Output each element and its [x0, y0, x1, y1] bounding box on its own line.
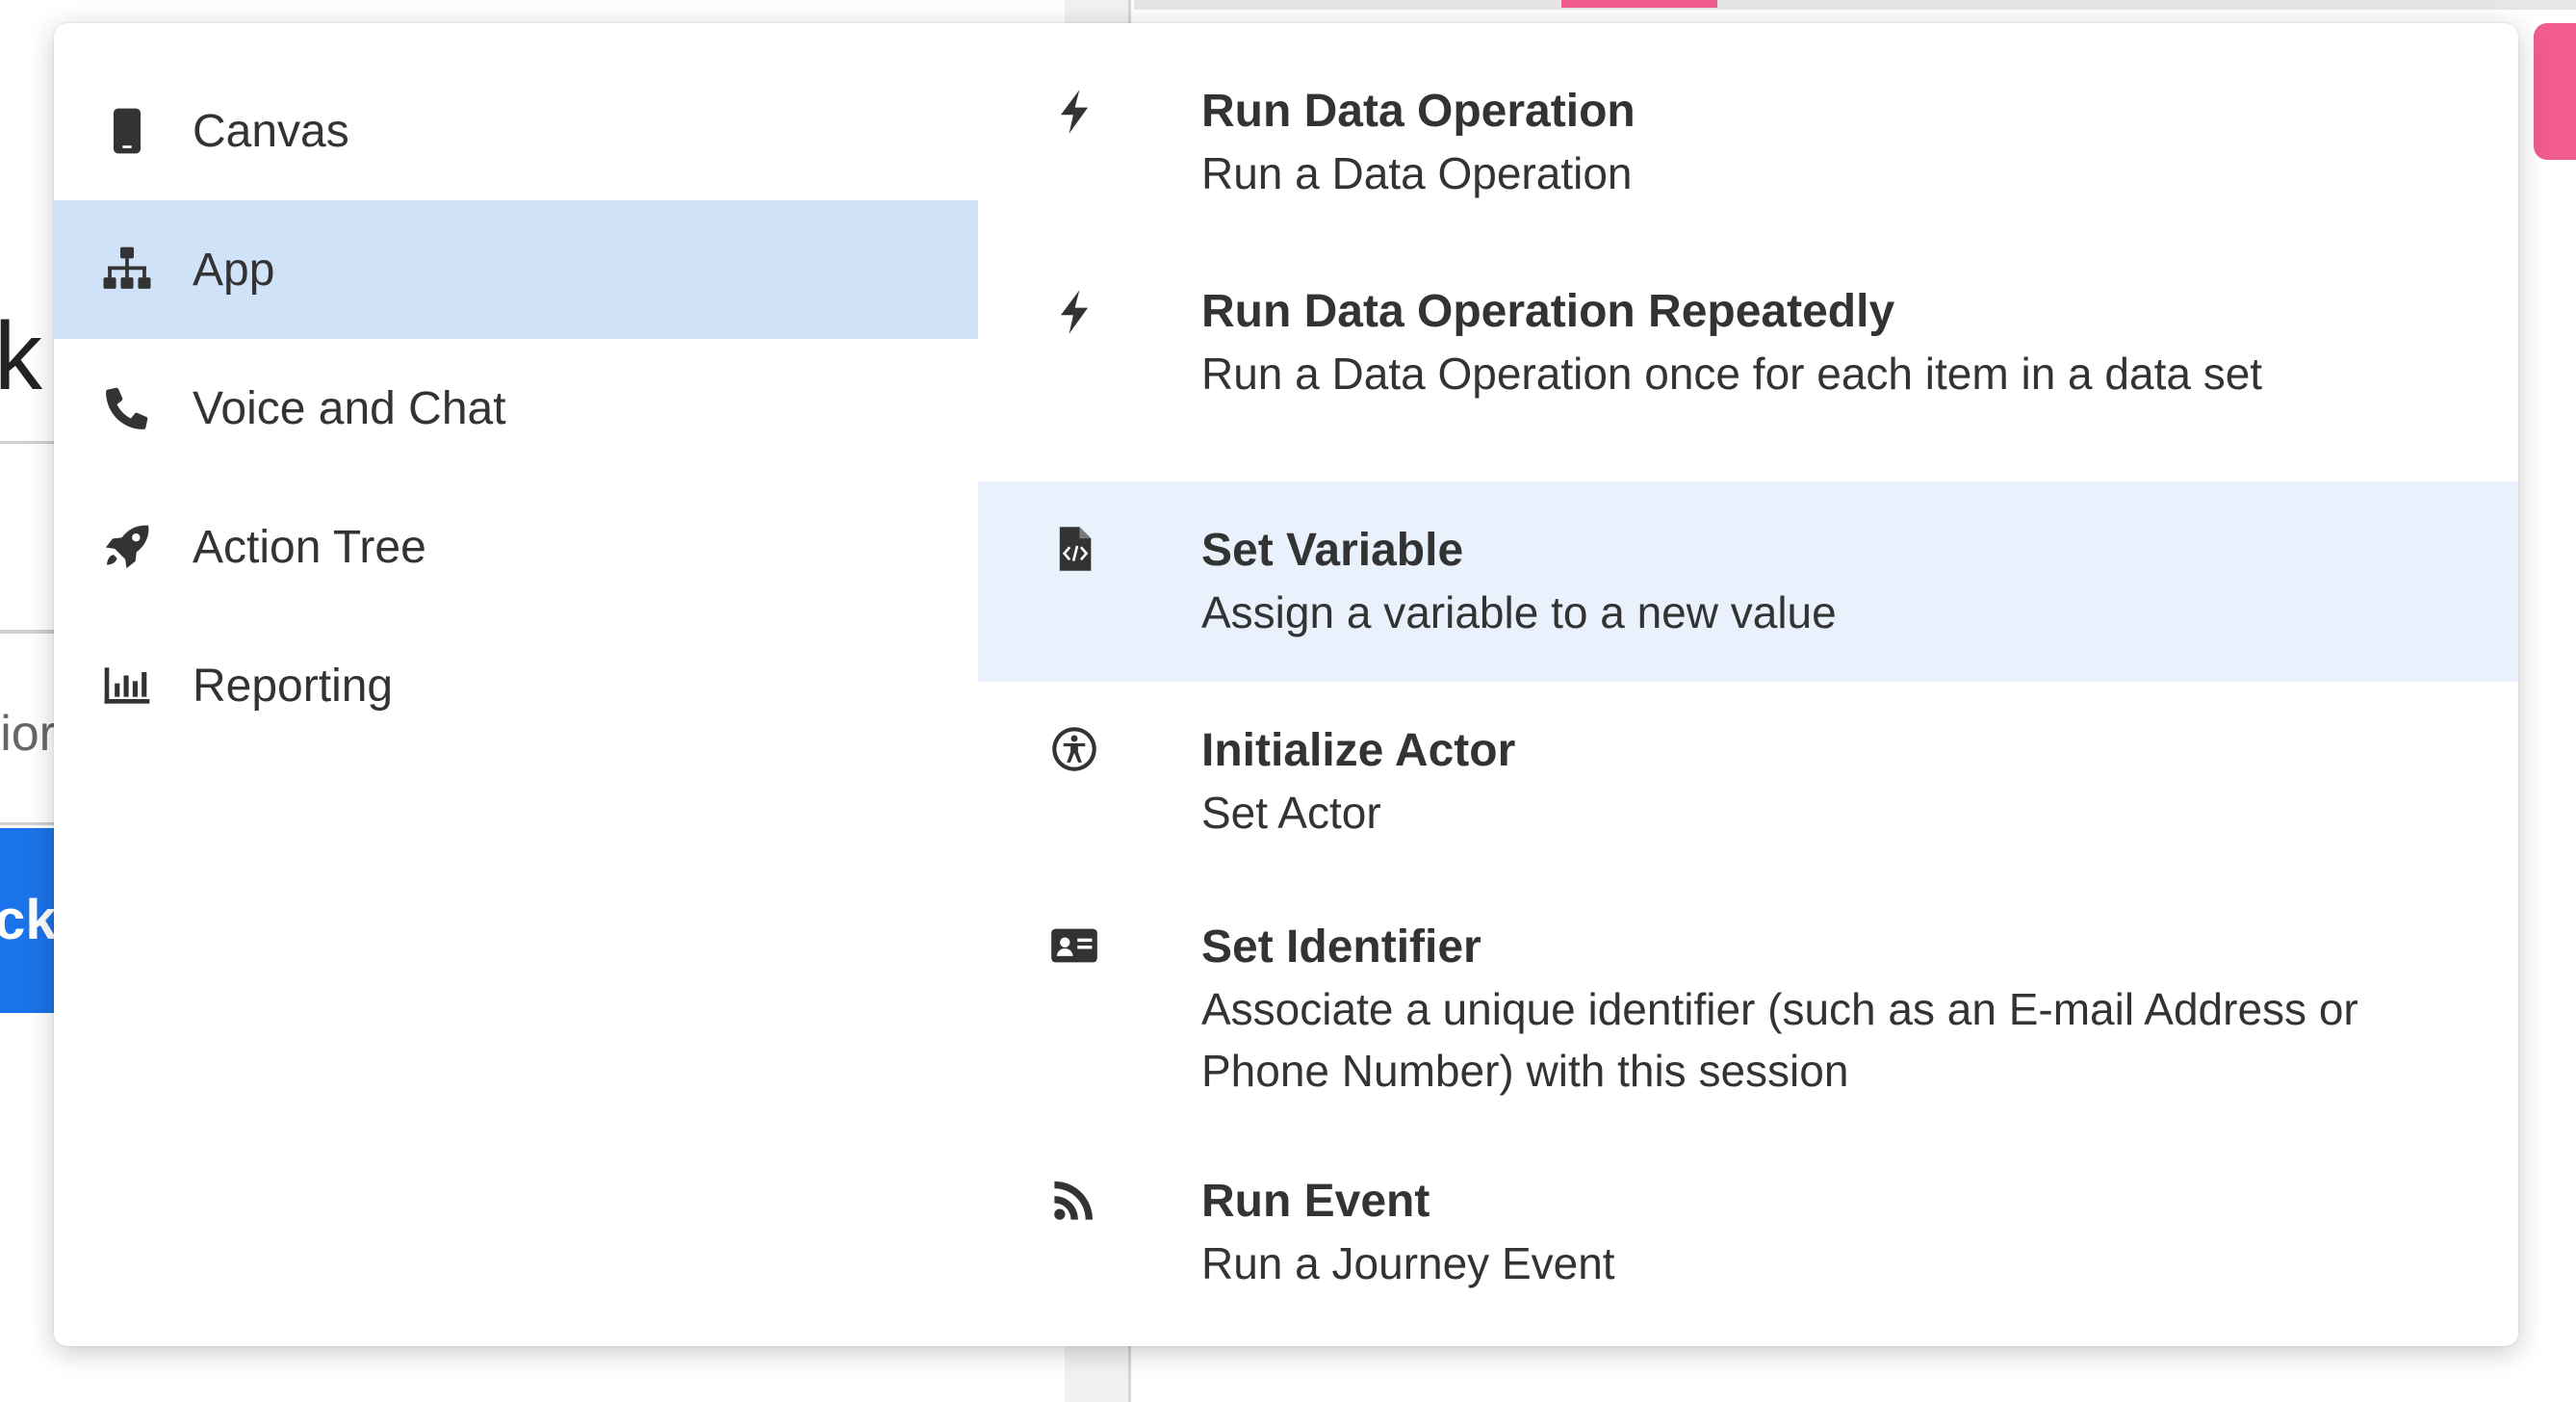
action-description: Run a Data Operation once for each item …	[1201, 349, 2263, 399]
phone-icon	[96, 377, 158, 439]
id-card-icon	[1047, 919, 1101, 973]
accessibility-icon	[1047, 722, 1101, 776]
action-title: Initialize Actor	[1201, 725, 1516, 776]
action-description: Run a Data Operation	[1201, 148, 1633, 198]
category-item-voice-and-chat[interactable]: Voice and Chat	[54, 339, 978, 478]
mobile-phone-icon	[96, 100, 158, 162]
sitemap-icon	[96, 239, 158, 300]
bolt-icon	[1047, 285, 1101, 339]
category-item-action-tree[interactable]: Action Tree	[54, 478, 978, 616]
category-label: App	[193, 244, 275, 296]
background-active-tab-indicator	[1561, 0, 1717, 8]
action-description: Set Actor	[1201, 788, 1381, 838]
category-label: Canvas	[193, 105, 349, 157]
action-item-run-data-operation[interactable]: Run Data Operation Run a Data Operation	[978, 81, 2518, 281]
action-picker-popover: Canvas App Voice and Chat Action Tree Re…	[54, 23, 2518, 1346]
category-item-app[interactable]: App	[54, 200, 978, 339]
background-subtext: tior	[0, 706, 56, 762]
rocket-icon	[96, 516, 158, 578]
action-title: Run Data Operation Repeatedly	[1201, 286, 1895, 337]
background-blue-button[interactable]: ick	[0, 828, 58, 1013]
background-rule	[0, 630, 58, 634]
action-description: Run a Journey Event	[1201, 1238, 1615, 1288]
action-item-set-variable[interactable]: Set Variable Assign a variable to a new …	[978, 481, 2518, 682]
action-title: Set Identifier	[1201, 922, 1481, 973]
category-label: Voice and Chat	[193, 382, 506, 434]
background-pink-button[interactable]	[2534, 23, 2576, 160]
category-item-reporting[interactable]: Reporting	[54, 616, 978, 755]
bolt-icon	[1047, 85, 1101, 139]
action-description: Assign a variable to a new value	[1201, 587, 1837, 637]
background-rule	[0, 441, 58, 444]
action-item-run-data-operation-repeatedly[interactable]: Run Data Operation Repeatedly Run a Data…	[978, 281, 2518, 481]
action-description: Associate a unique identifier (such as a…	[1201, 984, 2358, 1096]
action-list: Run Data Operation Run a Data Operation …	[978, 81, 2518, 1337]
file-code-icon	[1047, 522, 1101, 576]
category-item-canvas[interactable]: Canvas	[54, 62, 978, 200]
bar-chart-icon	[96, 655, 158, 716]
category-label: Reporting	[193, 660, 394, 712]
category-list: Canvas App Voice and Chat Action Tree Re…	[54, 62, 978, 755]
action-item-initialize-actor[interactable]: Initialize Actor Set Actor	[978, 682, 2518, 882]
rss-icon	[1047, 1173, 1101, 1227]
action-item-set-identifier[interactable]: Set Identifier Associate a unique identi…	[978, 882, 2518, 1144]
action-title: Run Event	[1201, 1176, 1430, 1227]
action-item-run-event[interactable]: Run Event Run a Journey Event	[978, 1144, 2518, 1337]
action-title: Set Variable	[1201, 525, 1464, 576]
app-stage: k tior ick Canvas App Voice	[0, 0, 2576, 1402]
category-label: Action Tree	[193, 521, 426, 573]
background-top-strip	[1134, 0, 2576, 10]
background-rule	[0, 822, 58, 825]
action-title: Run Data Operation	[1201, 86, 1636, 137]
